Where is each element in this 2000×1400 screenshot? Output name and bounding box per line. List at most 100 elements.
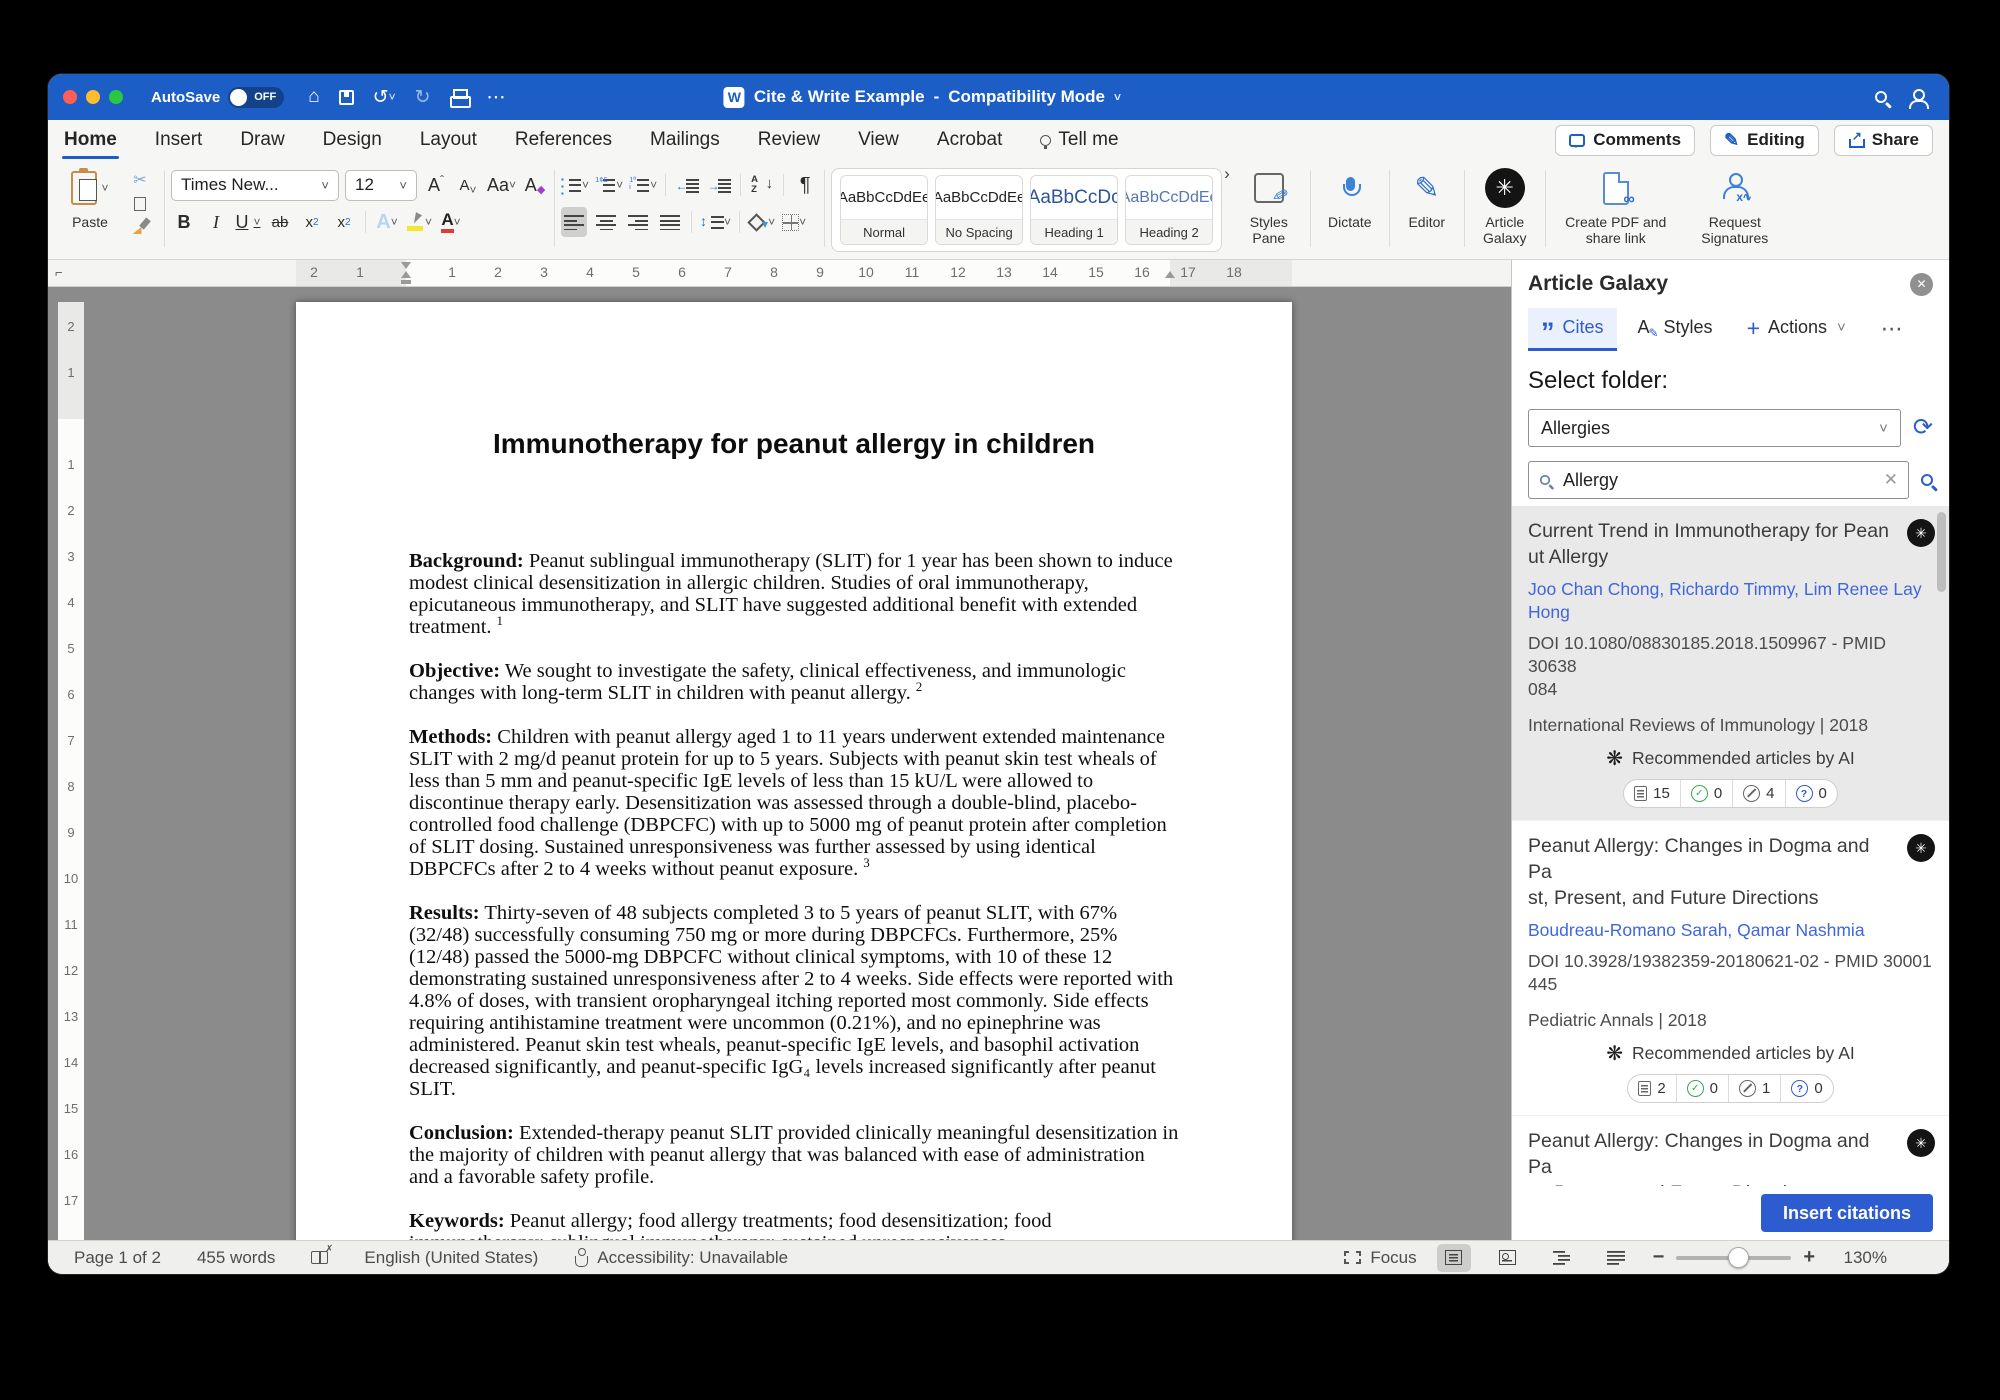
count-segment[interactable]: 2	[1628, 1075, 1675, 1102]
change-case-icon[interactable]: Aa˅	[487, 170, 516, 200]
home-icon[interactable]: ⌂	[308, 86, 319, 108]
styles-pane-button[interactable]: Styles Pane	[1234, 164, 1304, 257]
right-indent-marker[interactable]	[1165, 271, 1175, 278]
bold-button[interactable]: B	[171, 207, 197, 237]
count-segment[interactable]: 1	[1728, 1075, 1780, 1102]
tab-styles[interactable]: A Styles	[1625, 308, 1726, 349]
increase-indent-icon[interactable]	[706, 170, 732, 200]
zoom-level[interactable]: 130%	[1835, 1248, 1887, 1268]
zoom-window-button[interactable]	[109, 90, 123, 104]
count-segment[interactable]: ✓0	[1680, 780, 1732, 807]
save-icon[interactable]	[339, 90, 354, 105]
font-color-icon[interactable]: A˅	[438, 207, 464, 237]
count-segment[interactable]: 4	[1732, 780, 1784, 807]
tab-review[interactable]: Review	[756, 123, 822, 157]
print-icon[interactable]	[450, 89, 468, 106]
undo-icon[interactable]: ↺˅	[373, 86, 396, 109]
folder-dropdown[interactable]: Allergies ˅	[1528, 409, 1901, 447]
document-page[interactable]: Immunotherapy for peanut allergy in chil…	[296, 302, 1292, 1240]
text-effects-icon[interactable]: A˅	[374, 207, 400, 237]
focus-toggle[interactable]: Focus	[1344, 1248, 1416, 1268]
close-window-button[interactable]	[63, 90, 77, 104]
redo-icon[interactable]: ↻	[415, 86, 431, 109]
zoom-slider-knob[interactable]	[1728, 1247, 1749, 1268]
font-name-combo[interactable]: Times New...˅	[171, 170, 339, 201]
style-card-normal[interactable]: AaBbCcDdEeNormal	[840, 175, 928, 245]
clear-formatting-icon[interactable]: A◆	[522, 170, 548, 200]
borders-icon[interactable]: ˅	[781, 207, 807, 237]
tab-layout[interactable]: Layout	[418, 123, 479, 157]
search-icon[interactable]	[1875, 91, 1887, 103]
count-segment[interactable]: ?0	[1780, 1075, 1832, 1102]
panel-more-icon[interactable]: ⋯	[1881, 316, 1904, 342]
tab-references[interactable]: References	[513, 123, 614, 157]
numbered-list-icon[interactable]: ˅	[595, 170, 623, 200]
share-button[interactable]: Share	[1834, 125, 1933, 156]
tab-design[interactable]: Design	[321, 123, 384, 157]
count-segment[interactable]: ?0	[1785, 780, 1837, 807]
tab-insert[interactable]: Insert	[153, 123, 205, 157]
tab-selector-icon[interactable]: ⌐	[55, 265, 63, 280]
title-chevron-icon[interactable]: ˅	[1114, 90, 1121, 104]
search-box[interactable]: ✕	[1528, 461, 1909, 499]
hanging-indent-marker[interactable]	[401, 271, 411, 278]
word-count[interactable]: 455 words	[197, 1248, 275, 1268]
accessibility-status[interactable]: Accessibility: Unavailable	[597, 1248, 788, 1268]
decrease-indent-icon[interactable]	[674, 170, 700, 200]
count-segment[interactable]: ✓0	[1676, 1075, 1728, 1102]
tab-home[interactable]: Home	[62, 123, 119, 157]
page-indicator[interactable]: Page 1 of 2	[74, 1248, 161, 1268]
web-layout-view-button[interactable]	[1491, 1244, 1525, 1272]
cut-icon[interactable]: ✂	[133, 170, 146, 190]
run-search-icon[interactable]	[1921, 474, 1933, 486]
shading-icon[interactable]: ˅	[748, 207, 775, 237]
style-card-no-spacing[interactable]: AaBbCcDdEeNo Spacing	[935, 175, 1023, 245]
bullet-list-icon[interactable]: ˅	[561, 170, 589, 200]
copy-icon[interactable]	[134, 197, 146, 211]
draft-view-button[interactable]	[1599, 1244, 1633, 1272]
align-center-button[interactable]	[593, 207, 619, 237]
shrink-font-icon[interactable]: A˅	[455, 170, 481, 200]
superscript-button[interactable]: x2	[331, 207, 357, 237]
comments-button[interactable]: Comments	[1555, 125, 1695, 156]
tab-tell-me[interactable]: Tell me	[1038, 123, 1120, 157]
editor-button[interactable]: ✎ Editor	[1396, 164, 1458, 257]
tab-draw[interactable]: Draw	[238, 123, 286, 157]
spellcheck-icon[interactable]	[311, 1251, 328, 1264]
tab-cites[interactable]: ” Cites	[1528, 308, 1617, 349]
align-right-button[interactable]	[625, 207, 651, 237]
article-authors[interactable]: Boudreau-Romano Sarah, Qamar Nashmia	[1528, 919, 1933, 942]
multilevel-list-icon[interactable]: ˅	[629, 170, 657, 200]
style-card-heading-2[interactable]: AaBbCcDdEeHeading 2	[1125, 175, 1213, 245]
zoom-in-button[interactable]: +	[1803, 1246, 1815, 1269]
underline-button[interactable]: U˅	[235, 207, 261, 237]
align-left-button[interactable]	[561, 207, 587, 237]
close-panel-icon[interactable]: ✕	[1910, 273, 1933, 296]
outline-view-button[interactable]	[1545, 1244, 1579, 1272]
article-card[interactable]: Peanut Allergy: Changes in Dogma and Pa …	[1512, 820, 1949, 1115]
dictate-button[interactable]: Dictate	[1317, 164, 1383, 257]
format-painter-icon[interactable]	[133, 218, 148, 234]
highlight-color-icon[interactable]: ˅	[406, 207, 432, 237]
gallery-expand-icon[interactable]: ›	[1224, 164, 1230, 257]
language-indicator[interactable]: English (United States)	[364, 1248, 538, 1268]
show-paragraph-marks-icon[interactable]: ¶	[792, 170, 818, 200]
refresh-icon[interactable]: ⟳	[1913, 416, 1933, 440]
insert-citations-button[interactable]: Insert citations	[1761, 1194, 1933, 1232]
panel-scrollbar-thumb[interactable]	[1937, 512, 1946, 592]
clear-search-icon[interactable]: ✕	[1884, 470, 1898, 490]
autosave-toggle[interactable]: OFF	[228, 87, 284, 108]
account-icon[interactable]	[1909, 89, 1927, 106]
tab-mailings[interactable]: Mailings	[648, 123, 722, 157]
print-layout-view-button[interactable]	[1437, 1244, 1471, 1272]
editing-button[interactable]: ✎Editing	[1710, 125, 1819, 156]
style-card-heading-1[interactable]: AaBbCcDcHeading 1	[1030, 175, 1118, 245]
article-authors[interactable]: Joo Chan Chong, Richardo Timmy, Lim Rene…	[1528, 578, 1933, 624]
justify-button[interactable]	[657, 207, 683, 237]
subscript-button[interactable]: x2	[299, 207, 325, 237]
count-segment[interactable]: 15	[1624, 780, 1680, 807]
paste-button[interactable]: ˅ Paste	[58, 164, 122, 257]
first-line-indent-marker[interactable]	[401, 262, 411, 269]
left-indent-marker[interactable]	[401, 280, 411, 284]
article-galaxy-button[interactable]: ✳ Article Galaxy	[1471, 164, 1539, 257]
